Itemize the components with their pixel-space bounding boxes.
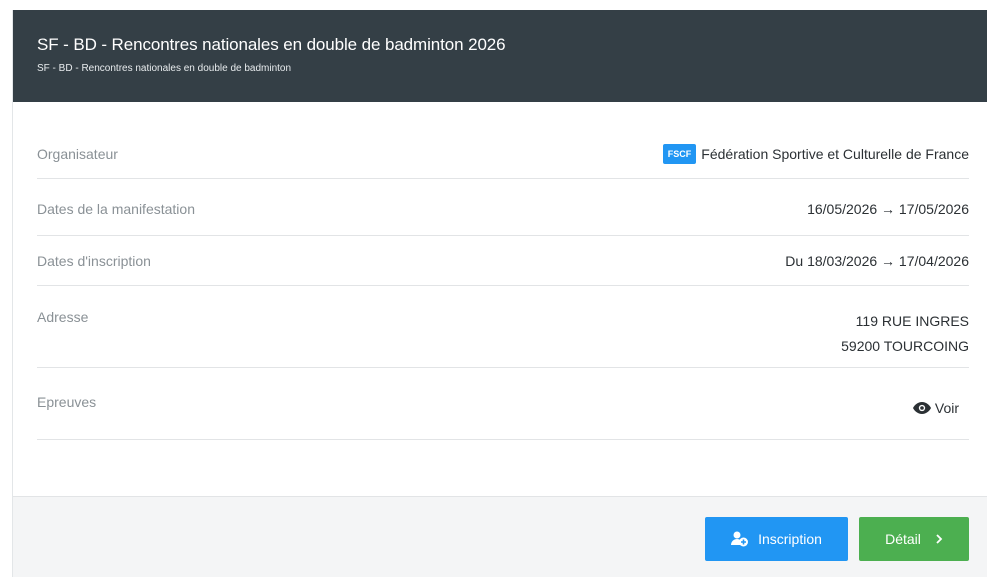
dates-inscription-value: Du 18/03/2026 → 17/04/2026 bbox=[785, 253, 969, 269]
card-footer: Inscription Détail bbox=[13, 496, 987, 577]
epreuves-row: Epreuves Voir bbox=[37, 368, 969, 440]
dates-manifestation-value: 16/05/2026 → 17/05/2026 bbox=[807, 201, 969, 217]
card-subtitle: SF - BD - Rencontres nationales en doubl… bbox=[37, 63, 292, 74]
organisateur-row: Organisateur FSCF Fédération Sportive et… bbox=[37, 102, 969, 179]
voir-label: Voir bbox=[934, 400, 959, 416]
adresse-label: Adresse bbox=[37, 309, 89, 325]
dates-manifestation-row: Dates de la manifestation 16/05/2026 → 1… bbox=[37, 179, 969, 236]
organisateur-value: FSCF Fédération Sportive et Culturelle d… bbox=[662, 144, 969, 164]
detail-label: Détail bbox=[885, 531, 921, 547]
organisateur-name: Fédération Sportive et Culturelle de Fra… bbox=[701, 146, 969, 162]
epreuves-voir-link[interactable]: Voir bbox=[912, 400, 959, 416]
dates-inscription-label: Dates d'inscription bbox=[37, 253, 151, 269]
card-header: SF - BD - Rencontres nationales en doubl… bbox=[13, 10, 987, 102]
detail-button[interactable]: Détail bbox=[859, 517, 969, 561]
adresse-line1: 119 RUE INGRES bbox=[855, 313, 969, 329]
dates-manifestation-label: Dates de la manifestation bbox=[37, 201, 195, 217]
dates-inscription-row: Dates d'inscription Du 18/03/2026 → 17/0… bbox=[37, 236, 969, 286]
competition-card: SF - BD - Rencontres nationales en doubl… bbox=[12, 10, 987, 577]
card-title: SF - BD - Rencontres nationales en doubl… bbox=[37, 35, 506, 54]
inscription-button[interactable]: Inscription bbox=[705, 517, 848, 561]
info-list: Organisateur FSCF Fédération Sportive et… bbox=[37, 102, 969, 440]
fscf-badge: FSCF bbox=[662, 144, 697, 164]
chevron-right-icon bbox=[935, 533, 943, 545]
inscription-label: Inscription bbox=[758, 531, 822, 547]
user-add-icon bbox=[731, 531, 749, 547]
adresse-row: Adresse 119 RUE INGRES 59200 TOURCOING bbox=[37, 286, 969, 368]
adresse-line2: 59200 TOURCOING bbox=[841, 338, 969, 354]
eye-icon bbox=[912, 402, 931, 414]
adresse-value: 119 RUE INGRES 59200 TOURCOING bbox=[841, 309, 969, 359]
epreuves-label: Epreuves bbox=[37, 394, 97, 410]
organisateur-label: Organisateur bbox=[37, 146, 118, 162]
